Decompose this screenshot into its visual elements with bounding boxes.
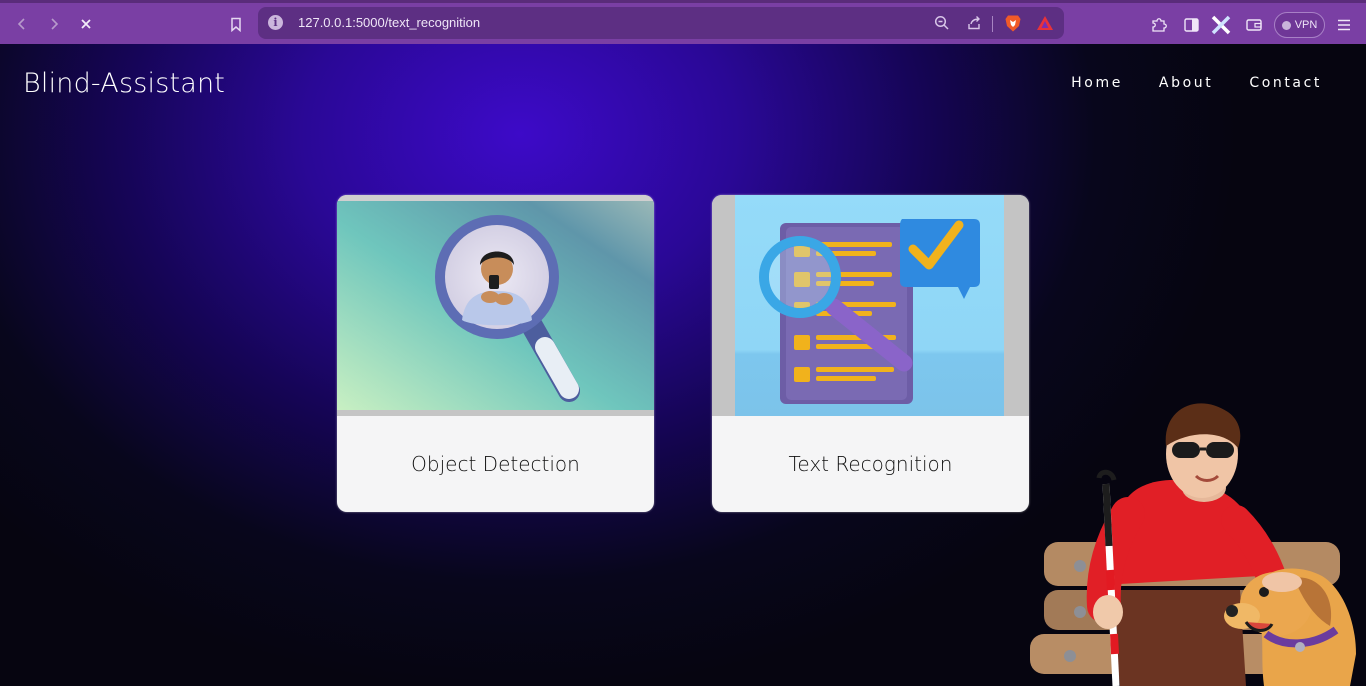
main-menu-button[interactable]: [1333, 14, 1355, 36]
puzzle-icon: [1152, 18, 1167, 32]
main-nav: Home About Contact: [1071, 75, 1322, 91]
x-logo-icon: [1211, 15, 1231, 35]
brand-logo[interactable]: Blind-Assistant: [23, 68, 225, 99]
browser-toolbar: i 127.0.0.1:5000/text_recognition VPN: [0, 0, 1366, 44]
brave-shields-button[interactable]: [1003, 13, 1023, 33]
sidebar-icon: [1183, 18, 1199, 32]
site-info-icon[interactable]: i: [268, 15, 283, 30]
bookmark-icon: [231, 17, 241, 32]
url-text[interactable]: 127.0.0.1:5000/text_recognition: [298, 15, 480, 30]
share-icon: [968, 16, 980, 30]
chevron-left-icon: [17, 18, 25, 30]
text-recognition-image: [712, 195, 1029, 416]
hamburger-menu-icon: [1338, 19, 1350, 31]
share-button[interactable]: [964, 13, 984, 33]
page-content: Blind-Assistant Home About Contact Objec…: [0, 44, 1366, 686]
divider: [992, 16, 993, 32]
sidebar-button[interactable]: [1180, 14, 1202, 36]
wallet-icon: [1246, 19, 1262, 31]
object-detection-image: [337, 195, 654, 416]
card-title[interactable]: Text Recognition: [712, 416, 1029, 512]
extensions-button[interactable]: [1148, 14, 1170, 36]
nav-contact[interactable]: Contact: [1249, 75, 1322, 91]
leo-extension-button[interactable]: [1210, 14, 1232, 36]
back-button[interactable]: [9, 11, 35, 37]
brave-rewards-button[interactable]: [1035, 13, 1055, 33]
close-icon: [81, 19, 91, 29]
text-recognition-card[interactable]: Text Recognition: [712, 195, 1029, 512]
wallet-button[interactable]: [1243, 14, 1265, 36]
brave-rewards-icon: [1037, 16, 1053, 30]
card-title[interactable]: Object Detection: [337, 416, 654, 512]
object-detection-card[interactable]: Object Detection: [337, 195, 654, 512]
blind-person-guide-dog-illustration: [1030, 403, 1356, 686]
zoom-icon: [934, 15, 949, 30]
vpn-button[interactable]: VPN: [1274, 12, 1325, 38]
brave-shields-icon: [1005, 15, 1021, 31]
address-bar[interactable]: i 127.0.0.1:5000/text_recognition: [258, 7, 1064, 39]
vpn-status-dot: [1281, 20, 1291, 30]
vpn-label: VPN: [1294, 19, 1318, 31]
forward-button[interactable]: [41, 11, 67, 37]
nav-about[interactable]: About: [1159, 75, 1213, 91]
stop-loading-button[interactable]: [73, 11, 99, 37]
zoom-button[interactable]: [932, 13, 952, 33]
bookmark-button[interactable]: [223, 11, 249, 37]
chevron-right-icon: [51, 18, 59, 30]
nav-home[interactable]: Home: [1071, 75, 1123, 91]
